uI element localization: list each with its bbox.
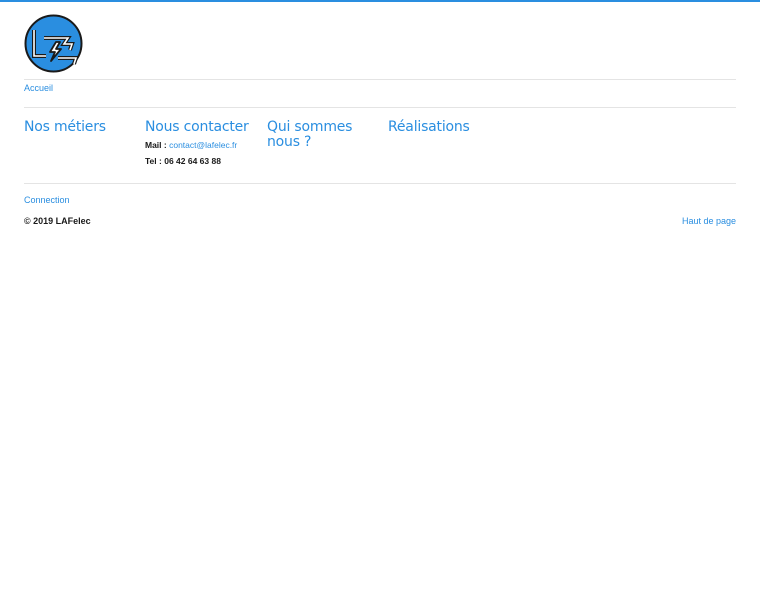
- connection-link[interactable]: Connection: [24, 195, 70, 206]
- section-title-realisations[interactable]: Réalisations: [388, 120, 503, 135]
- section-realisations: Réalisations: [388, 120, 503, 135]
- back-to-top-link[interactable]: Haut de page: [682, 216, 736, 227]
- section-title-nos-metiers[interactable]: Nos métiers: [24, 120, 139, 135]
- contact-tel-label: Tel :: [145, 156, 165, 166]
- section-qui-sommes-nous: Qui sommes nous ?: [267, 120, 367, 150]
- contact-tel-line: Tel : 06 42 64 63 88: [145, 156, 260, 167]
- breadcrumb-home-link[interactable]: Accueil: [24, 83, 53, 94]
- copyright-text: © 2019 LAFelec: [24, 216, 91, 226]
- contact-mail-label: Mail :: [145, 140, 170, 150]
- contact-tel-value: 06 42 64 63 88: [164, 156, 221, 166]
- footer-divider: [24, 183, 736, 184]
- breadcrumb-divider: [24, 107, 736, 108]
- lafelec-lightning-logo-icon[interactable]: [24, 14, 83, 73]
- section-title-nous-contacter[interactable]: Nous contacter: [145, 120, 260, 135]
- header-divider: [24, 79, 736, 80]
- contact-mail-line: Mail : contact@lafelec.fr: [145, 140, 260, 151]
- section-nous-contacter: Nous contacter Mail : contact@lafelec.fr…: [145, 120, 260, 167]
- section-title-qui-sommes-nous[interactable]: Qui sommes nous ?: [267, 120, 367, 150]
- top-accent-bar: [0, 0, 760, 2]
- section-nos-metiers: Nos métiers: [24, 120, 139, 135]
- contact-mail-link[interactable]: contact@lafelec.fr: [169, 140, 237, 150]
